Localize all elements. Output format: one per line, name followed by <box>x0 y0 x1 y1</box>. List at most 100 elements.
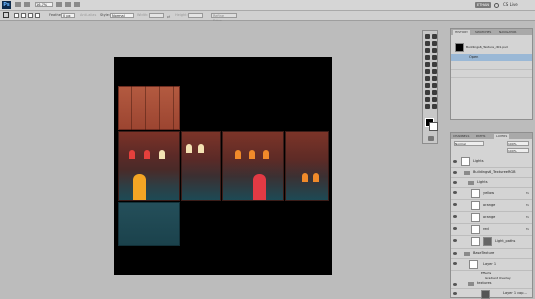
base-teal-tile <box>118 202 180 246</box>
type-tool-icon[interactable] <box>432 83 437 88</box>
layer-row[interactable]: yellow fx <box>451 188 532 200</box>
healing-tool-icon[interactable] <box>425 55 430 60</box>
menu-icon-5[interactable] <box>74 2 80 7</box>
search-icon[interactable] <box>494 3 499 8</box>
eye-icon[interactable] <box>453 239 457 242</box>
eye-icon[interactable] <box>453 171 457 174</box>
selection-mode-new-icon[interactable] <box>14 13 19 18</box>
marquee-tool-icon[interactable] <box>432 34 437 39</box>
tab-channels[interactable]: CHANNELS <box>453 134 469 139</box>
eye-icon[interactable] <box>453 215 457 218</box>
marquee-tool-icon[interactable] <box>3 12 9 18</box>
lasso-tool-icon[interactable] <box>425 41 430 46</box>
fill-input[interactable]: 100% <box>507 148 529 153</box>
layer-name: yellow <box>483 191 495 195</box>
fx-icon[interactable]: fx <box>526 225 529 234</box>
selection-mode-intersect-icon[interactable] <box>35 13 40 18</box>
window-orange-2 <box>249 150 255 159</box>
pen-tool-icon[interactable] <box>425 83 430 88</box>
layers-panel-tabs: CHANNELS PATHS LAYERS <box>451 133 532 139</box>
refine-edge-button[interactable]: Refine Edge... <box>211 13 237 23</box>
layer-group-row[interactable]: BaseTexture <box>451 249 532 259</box>
layer-name: Layer 1 cop... <box>503 291 527 295</box>
shape-tool-icon[interactable] <box>432 90 437 95</box>
layer-thumbnail <box>471 225 480 234</box>
zoom-level[interactable]: 16.7% <box>35 2 53 7</box>
menu-icon-4[interactable] <box>65 2 71 7</box>
blur-tool-icon[interactable] <box>425 76 430 81</box>
layer-row[interactable]: Layer 1 <box>451 259 532 271</box>
eye-icon[interactable] <box>453 227 457 230</box>
height-input[interactable] <box>188 13 203 18</box>
3d-orbit-tool-icon[interactable] <box>432 97 437 102</box>
folder-icon <box>468 181 474 185</box>
layer-group-row[interactable]: textures <box>451 280 532 289</box>
eye-icon[interactable] <box>453 252 457 255</box>
tab-navigator[interactable]: NAVIGATOR <box>499 30 516 35</box>
eye-icon[interactable] <box>453 191 457 194</box>
3d-rotate-tool-icon[interactable] <box>425 97 430 102</box>
cs-live-label[interactable]: CS Live <box>503 2 518 7</box>
facade-tile-4 <box>285 131 329 201</box>
menu-icon-3[interactable] <box>56 2 62 7</box>
antialias-checkbox[interactable]: Anti-alias <box>80 13 96 18</box>
layer-group-row[interactable]: Lights <box>451 178 532 188</box>
document-canvas[interactable] <box>114 57 332 275</box>
tab-layers[interactable]: LAYERS <box>494 134 510 139</box>
layer-row[interactable]: orange fx <box>451 212 532 224</box>
quick-mask-icon[interactable] <box>428 136 434 141</box>
fx-icon[interactable]: fx <box>526 201 529 210</box>
workspace-button[interactable]: ETHAN <box>475 2 491 8</box>
eye-icon[interactable] <box>453 283 457 286</box>
crop-tool-icon[interactable] <box>425 48 430 53</box>
eye-icon[interactable] <box>453 160 457 163</box>
history-snapshot-label[interactable]: Buildings6_Texture_d01.psd <box>466 45 508 49</box>
tab-history[interactable]: HISTORY <box>453 30 470 35</box>
layer-row[interactable]: orange fx <box>451 200 532 212</box>
layer-row[interactable]: Light_paths <box>451 236 532 249</box>
history-item-open[interactable]: Open <box>451 54 532 61</box>
layer-row[interactable]: red fx <box>451 224 532 236</box>
history-brush-tool-icon[interactable] <box>432 62 437 67</box>
width-input[interactable] <box>149 13 164 18</box>
feather-input[interactable]: 0 px <box>61 13 75 18</box>
blend-mode-select[interactable]: Normal <box>454 141 484 146</box>
background-color-swatch[interactable] <box>429 122 438 131</box>
gradient-tool-icon[interactable] <box>432 69 437 74</box>
fx-icon[interactable]: fx <box>526 189 529 198</box>
zoom-tool-icon[interactable] <box>432 104 437 109</box>
eye-icon[interactable] <box>453 292 457 295</box>
history-item-3[interactable] <box>451 70 532 78</box>
menu-icon-1[interactable] <box>15 2 21 7</box>
window-white-1 <box>159 150 165 159</box>
tab-paths[interactable]: PATHS <box>476 134 485 139</box>
eye-icon[interactable] <box>453 181 457 184</box>
layer-group-row[interactable]: Buildings6_TextureeRGB <box>451 168 532 178</box>
fx-icon[interactable]: fx <box>526 213 529 222</box>
tab-swatches[interactable]: SWATCHES <box>475 30 491 35</box>
history-snapshot-thumbnail[interactable] <box>455 43 464 52</box>
move-tool-icon[interactable] <box>425 34 430 39</box>
menu-icon-2[interactable] <box>24 2 30 7</box>
eyedropper-tool-icon[interactable] <box>432 48 437 53</box>
eye-icon[interactable] <box>453 262 457 265</box>
history-item-label: Open <box>469 55 479 59</box>
layer-row[interactable]: Lights <box>451 157 532 168</box>
opacity-input[interactable]: 100% <box>507 141 529 146</box>
swap-icon[interactable]: ⇄ <box>167 14 170 19</box>
dodge-tool-icon[interactable] <box>432 76 437 81</box>
facade-tile-2 <box>181 131 221 201</box>
history-item-2[interactable] <box>451 62 532 70</box>
selection-mode-subtract-icon[interactable] <box>28 13 33 18</box>
path-select-tool-icon[interactable] <box>425 90 430 95</box>
quick-select-tool-icon[interactable] <box>432 41 437 46</box>
hand-tool-icon[interactable] <box>425 104 430 109</box>
layer-name: Light_paths <box>495 239 516 243</box>
layer-name: orange <box>483 203 496 207</box>
eraser-tool-icon[interactable] <box>425 69 430 74</box>
selection-mode-add-icon[interactable] <box>21 13 26 18</box>
style-select[interactable]: Normal <box>110 13 134 18</box>
brush-tool-icon[interactable] <box>432 55 437 60</box>
eye-icon[interactable] <box>453 203 457 206</box>
clone-stamp-tool-icon[interactable] <box>425 62 430 67</box>
